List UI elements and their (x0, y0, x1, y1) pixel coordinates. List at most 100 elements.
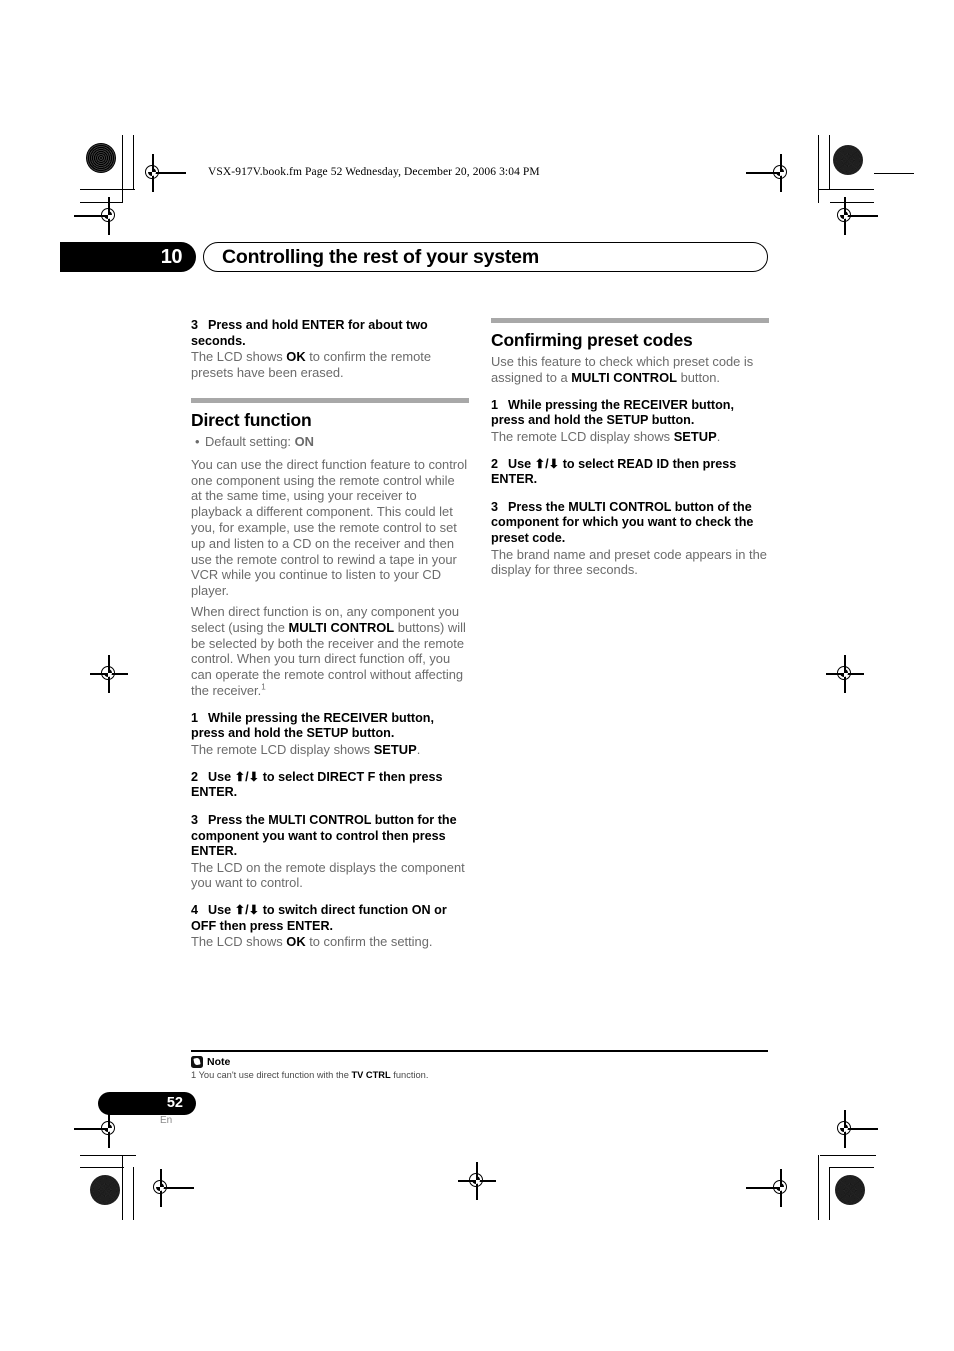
step-heading-pre: Use (208, 769, 235, 784)
footnote-marker: 1 (261, 682, 266, 692)
registration-mark-right-upper (832, 197, 878, 235)
footnote-pre: You can't use direct function with the (196, 1070, 352, 1080)
registration-mark-top-left (140, 154, 186, 192)
crop-line-tl-v1 (122, 135, 124, 203)
body-pre: The remote LCD display shows (191, 741, 374, 757)
step-number: 1 (191, 710, 199, 725)
body-post: . (716, 428, 721, 444)
chapter-number-pill: 10 (60, 242, 196, 272)
footnote-text: 1 You can't use direct function with the… (191, 1069, 768, 1081)
body-bold: OK (286, 934, 306, 950)
bullet-label: Default setting: (205, 433, 295, 449)
step-heading-pre: Use (508, 456, 535, 471)
registration-mark-bottom-center (458, 1162, 496, 1200)
body-pre: The LCD shows (191, 934, 287, 950)
footnote-bold: TV CTRL (351, 1070, 391, 1080)
page-language-code: En (160, 1115, 173, 1126)
left-step-3-heading: 3 Press the MULTI CONTROL button for the … (191, 813, 469, 860)
step-number: 2 (491, 456, 499, 471)
step-heading-text: While pressing the RECEIVER button, pres… (191, 710, 434, 741)
up-down-arrow-icon: ⬆/⬇ (234, 903, 260, 918)
registration-mark-right-middle (826, 655, 864, 693)
step-number: 4 (191, 903, 199, 918)
intro-bold: MULTI CONTROL (571, 369, 677, 385)
footnote-post: function. (390, 1070, 429, 1080)
left-step-4-body: The LCD shows OK to confirm the setting. (191, 934, 469, 950)
crop-line-tr-v1 (818, 135, 820, 203)
crop-line-tr-h1 (818, 189, 874, 191)
default-setting-bullet: Default setting: ON (195, 433, 469, 450)
crop-line-top-right-edge (874, 173, 914, 175)
step-heading-text: Press the MULTI CONTROL button for the c… (191, 812, 457, 859)
halftone-circle-top-left (86, 143, 116, 173)
step-erase-presets-body: The LCD shows OK to confirm the remote p… (191, 349, 469, 381)
note-icon (191, 1055, 203, 1068)
right-step-3-heading: 3 Press the MULTI CONTROL button of the c… (491, 500, 769, 547)
para2-bold: MULTI CONTROL (288, 619, 395, 635)
intro-post: button. (677, 369, 721, 385)
left-step-2-heading: 2 Use ⬆/⬇ to select DIRECT F then press E… (191, 770, 469, 801)
crop-line-tl-h1 (80, 189, 135, 191)
body-pre: The LCD shows (191, 349, 287, 365)
confirming-preset-codes-intro: Use this feature to check which preset c… (491, 354, 769, 386)
body-post: to confirm the setting. (305, 934, 433, 950)
crop-line-bl-v1 (122, 1155, 124, 1220)
crop-line-br-h2 (830, 1167, 874, 1169)
crop-line-tr-v2 (829, 135, 831, 190)
direct-function-paragraph-2: When direct function is on, any componen… (191, 604, 469, 699)
right-step-1-heading: 1 While pressing the RECEIVER button, pre… (491, 398, 769, 429)
body-pre: The remote LCD display shows (491, 428, 674, 444)
right-step-2-heading: 2 Use ⬆/⬇ to select READ ID then press EN… (491, 457, 769, 488)
crop-line-bl-h1 (80, 1155, 136, 1157)
page-number: 52 (166, 1095, 183, 1111)
step-erase-presets-heading: 3 Press and hold ENTER for about two seco… (191, 318, 469, 349)
left-step-1-heading: 1 While pressing the RECEIVER button, pre… (191, 711, 469, 742)
step-heading-text: While pressing the RECEIVER button, pres… (491, 397, 734, 428)
page-title: Controlling the rest of your system (222, 246, 539, 268)
section-heading-direct-function: Direct function (191, 409, 312, 430)
source-file-slug: VSX-917V.book.fm Page 52 Wednesday, Dece… (208, 166, 540, 178)
halftone-circle-top-right (833, 145, 863, 175)
step-heading-text: Press the MULTI CONTROL button of the co… (491, 499, 754, 545)
section-rule-direct-function (191, 397, 469, 403)
note-label: Note (207, 1055, 231, 1068)
section-rule-confirming-preset-codes (491, 318, 769, 323)
halftone-circle-bottom-right (835, 1175, 865, 1205)
left-column: 3 Press and hold ENTER for about two seco… (191, 318, 469, 950)
page-number-pill: 52 (98, 1092, 196, 1115)
section-heading-confirming-preset-codes: Confirming preset codes (491, 330, 693, 350)
body-bold: SETUP (373, 741, 417, 757)
registration-mark-top-right (746, 154, 794, 192)
body-bold: SETUP (673, 428, 717, 444)
step-heading-pre: Use (208, 903, 235, 918)
step-number: 2 (191, 769, 199, 784)
up-down-arrow-icon: ⬆/⬇ (234, 769, 260, 784)
crop-line-bl-h2 (80, 1167, 124, 1169)
left-step-3-body: The LCD on the remote displays the compo… (191, 859, 465, 891)
crop-line-bl-v2 (133, 1167, 135, 1220)
registration-mark-left-upper (74, 197, 122, 235)
note-header: Note (191, 1055, 230, 1068)
registration-mark-left-lower (74, 1110, 122, 1148)
left-step-1-body: The remote LCD display shows SETUP. (191, 742, 469, 758)
registration-mark-right-lower (832, 1110, 878, 1148)
up-down-arrow-icon: ⬆/⬇ (534, 456, 560, 471)
step-number: 3 (491, 499, 499, 514)
step-heading-text: Press and hold ENTER for about two secon… (191, 318, 428, 348)
crop-line-tl-v2 (133, 135, 135, 190)
step-number: 1 (491, 397, 499, 412)
chapter-number: 10 (160, 246, 183, 268)
registration-mark-left-middle (90, 655, 128, 693)
halftone-circle-bottom-left (90, 1175, 120, 1205)
left-step-4-heading: 4 Use ⬆/⬇ to switch direct function ON or… (191, 903, 469, 934)
crop-line-br-v2 (829, 1167, 831, 1220)
step-number: 3 (191, 318, 199, 332)
